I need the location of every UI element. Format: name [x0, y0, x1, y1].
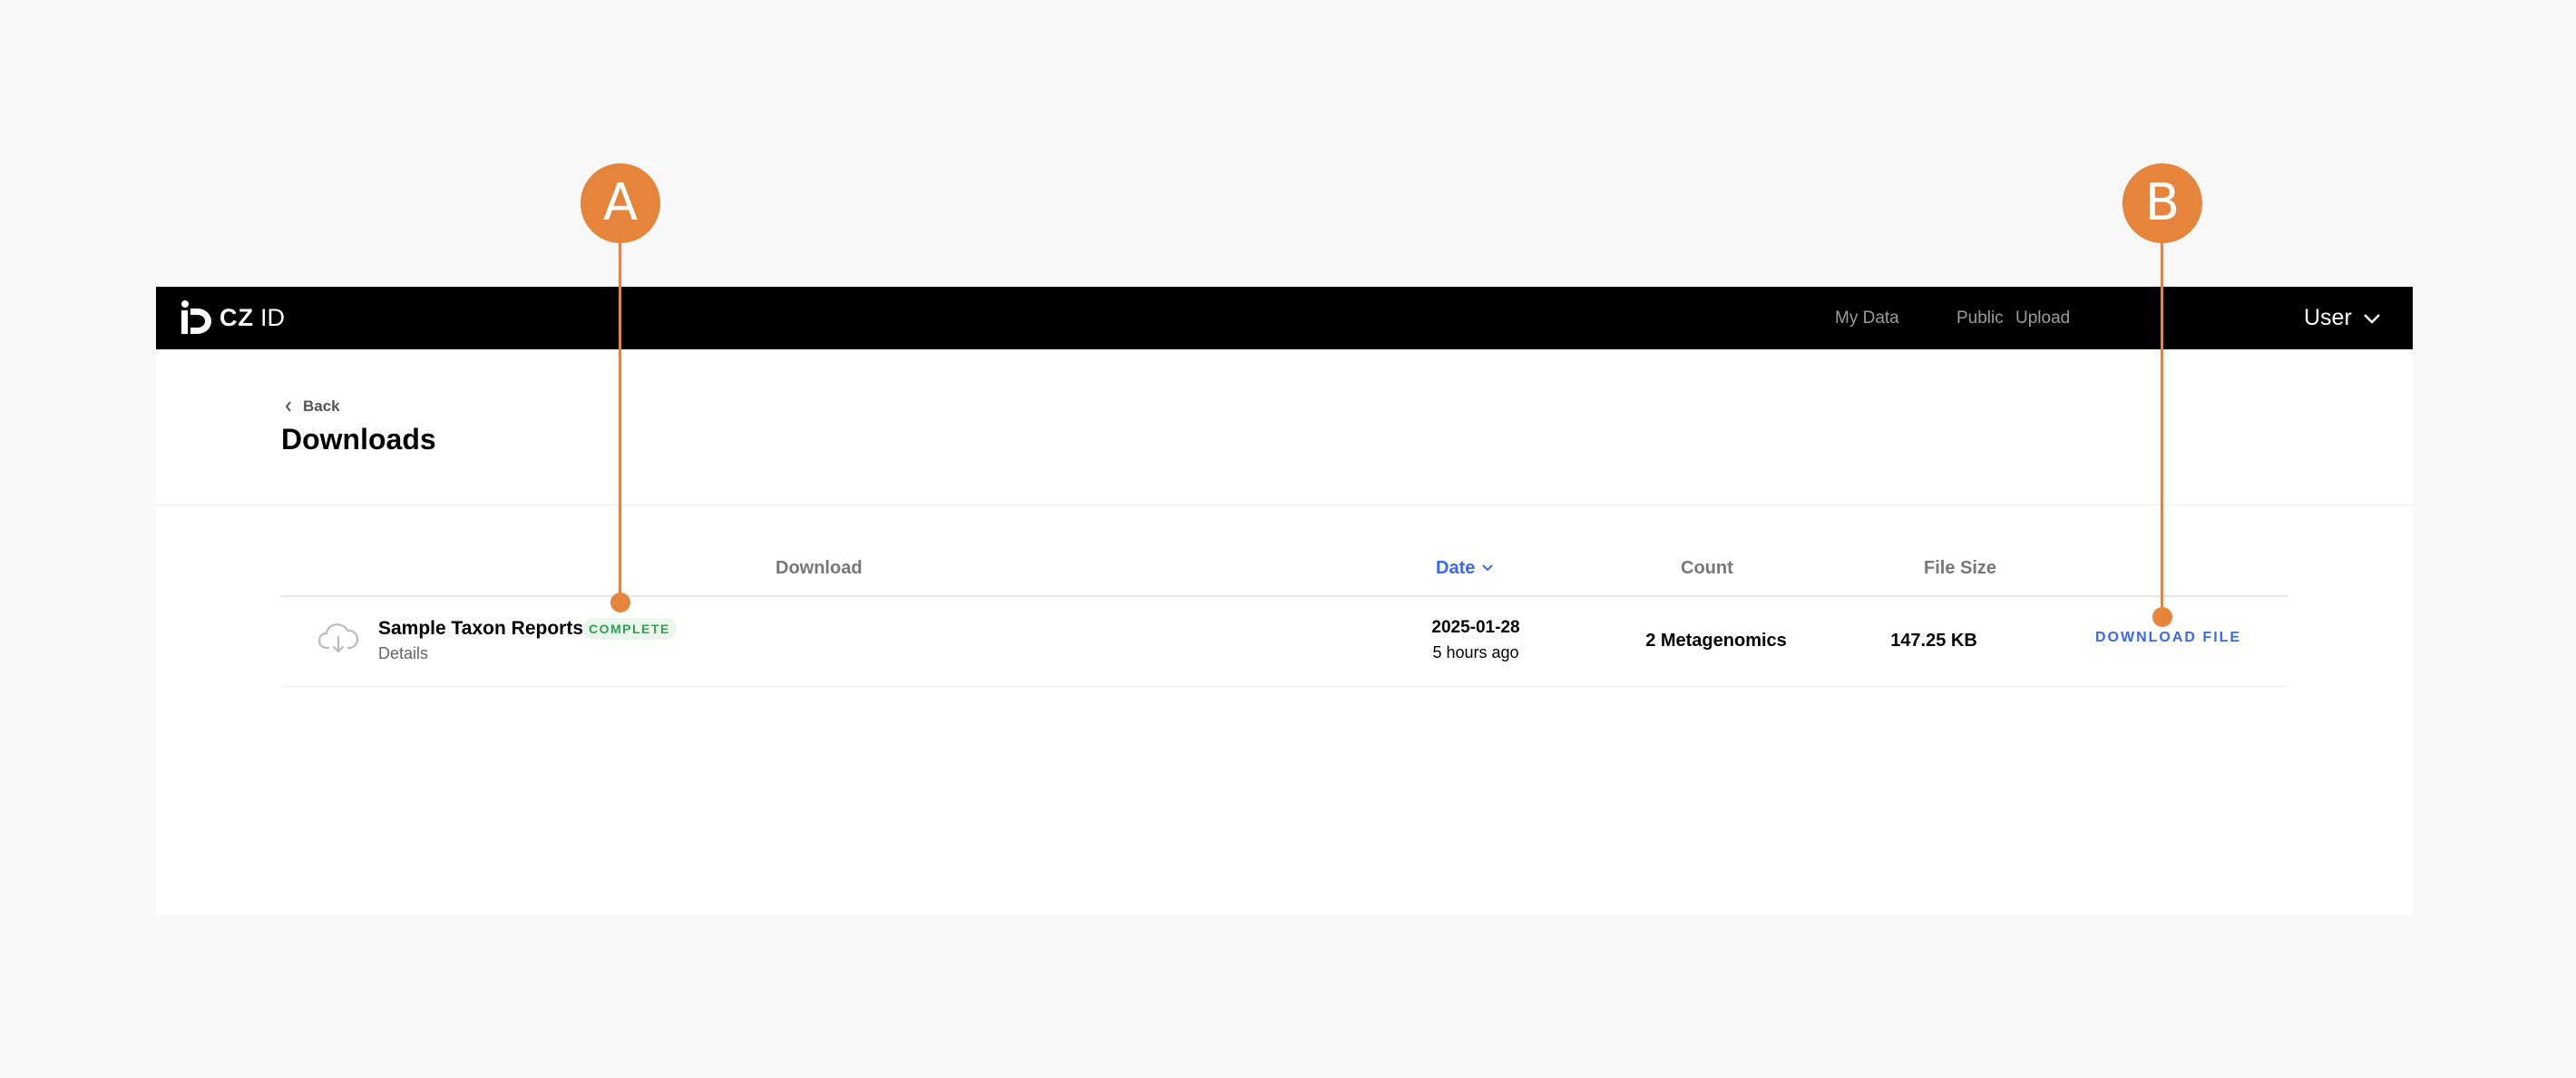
column-header-date-label: Date — [1436, 558, 1476, 578]
column-header-date[interactable]: Date — [1436, 550, 1494, 586]
download-file-size: 147.25 KB — [1890, 631, 1977, 651]
chevron-down-icon — [2363, 313, 2380, 324]
table-row-divider — [281, 686, 2288, 687]
navbar: CZ ID My Data Public Upload User — [156, 287, 2413, 349]
user-menu[interactable]: User — [2304, 287, 2381, 349]
back-link-label: Back — [303, 397, 340, 415]
download-date-relative: 5 hours ago — [1432, 643, 1519, 662]
download-name: Sample Taxon Reports — [378, 618, 583, 639]
callout-b-badge: B — [2122, 163, 2202, 243]
app-window: CZ ID My Data Public Upload User Back Do… — [156, 287, 2413, 915]
download-date: 2025-01-28 — [1431, 618, 1520, 637]
download-file-button[interactable]: DOWNLOAD FILE — [2095, 630, 2241, 646]
callout-a-line — [619, 243, 621, 603]
column-header-download: Download — [776, 558, 863, 578]
logo-cz-text: CZ — [220, 303, 254, 331]
callout-a-dot — [610, 593, 630, 612]
back-link[interactable]: Back — [285, 397, 340, 416]
nav-upload[interactable]: Upload — [2015, 287, 2070, 349]
details-link[interactable]: Details — [378, 644, 428, 663]
column-header-file-size: File Size — [1924, 558, 1997, 578]
logo-id-text: ID — [260, 303, 285, 331]
callout-b-line — [2161, 243, 2163, 617]
download-count: 2 Metagenomics — [1645, 631, 1787, 651]
column-header-count: Count — [1681, 558, 1733, 578]
status-badge: COMPLETE — [582, 618, 677, 640]
page-header — [156, 349, 2413, 505]
callout-b-dot — [2152, 607, 2172, 627]
czid-logo-icon — [181, 300, 211, 334]
nav-my-data[interactable]: My Data — [1835, 287, 1899, 349]
user-menu-label: User — [2304, 305, 2352, 330]
chevron-left-icon — [285, 401, 291, 412]
cloud-download-icon — [317, 623, 359, 653]
czid-logo[interactable]: CZ ID — [180, 299, 285, 336]
chevron-down-icon — [1482, 564, 1494, 572]
table-header-divider — [281, 595, 2288, 597]
callout-a-badge: A — [581, 163, 660, 243]
page-title: Downloads — [281, 423, 436, 456]
nav-public[interactable]: Public — [1956, 287, 2004, 349]
